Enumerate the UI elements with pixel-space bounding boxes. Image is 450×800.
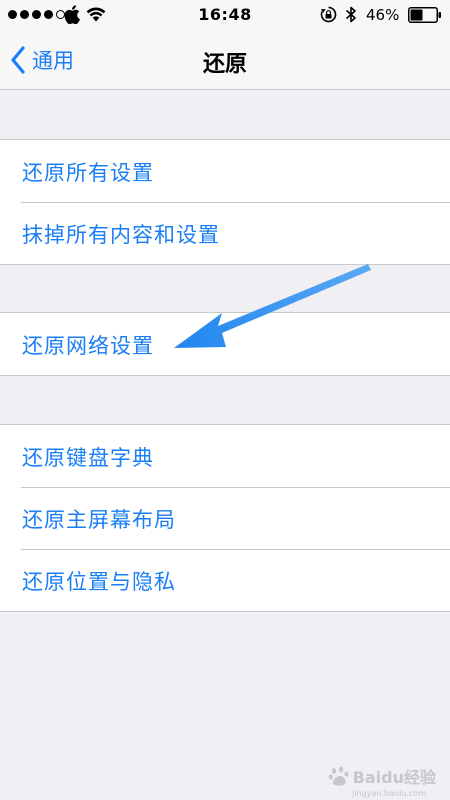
row-label: 还原键盘字典 — [22, 446, 154, 470]
baidu-paw-icon — [328, 766, 349, 786]
watermark-text: Baidu经验 — [352, 768, 436, 787]
watermark-subtext: jingyan.baidu.com — [352, 789, 426, 798]
settings-group-network: 还原网络设置 — [0, 312, 450, 376]
settings-group-other-resets: 还原键盘字典 还原主屏幕布局 还原位置与隐私 — [0, 424, 450, 612]
reset-network-settings-row[interactable]: 还原网络设置 — [0, 313, 450, 375]
battery-percent: 46% — [366, 6, 400, 24]
battery-icon — [408, 7, 441, 23]
settings-group-reset-all: 还原所有设置 抹掉所有内容和设置 — [0, 139, 450, 265]
row-label: 还原主屏幕布局 — [22, 508, 176, 532]
watermark-logo: Baidu经验 — [328, 764, 436, 788]
status-bar: 16:48 46% — [0, 0, 450, 30]
row-label: 还原位置与隐私 — [22, 570, 176, 594]
row-label: 还原所有设置 — [22, 161, 154, 185]
rotation-lock-icon — [320, 6, 337, 23]
erase-all-content-row[interactable]: 抹掉所有内容和设置 — [0, 202, 450, 264]
bluetooth-icon — [345, 6, 356, 23]
reset-keyboard-dictionary-row[interactable]: 还原键盘字典 — [0, 425, 450, 487]
navigation-bar: 通用 还原 — [0, 30, 450, 90]
page-title: 还原 — [202, 52, 247, 77]
reset-location-privacy-row[interactable]: 还原位置与隐私 — [0, 549, 450, 611]
row-label: 还原网络设置 — [22, 334, 154, 358]
reset-all-settings-row[interactable]: 还原所有设置 — [0, 140, 450, 202]
reset-home-screen-layout-row[interactable]: 还原主屏幕布局 — [0, 487, 450, 549]
row-label: 抹掉所有内容和设置 — [22, 223, 220, 247]
annotation-arrow-icon — [174, 264, 371, 348]
